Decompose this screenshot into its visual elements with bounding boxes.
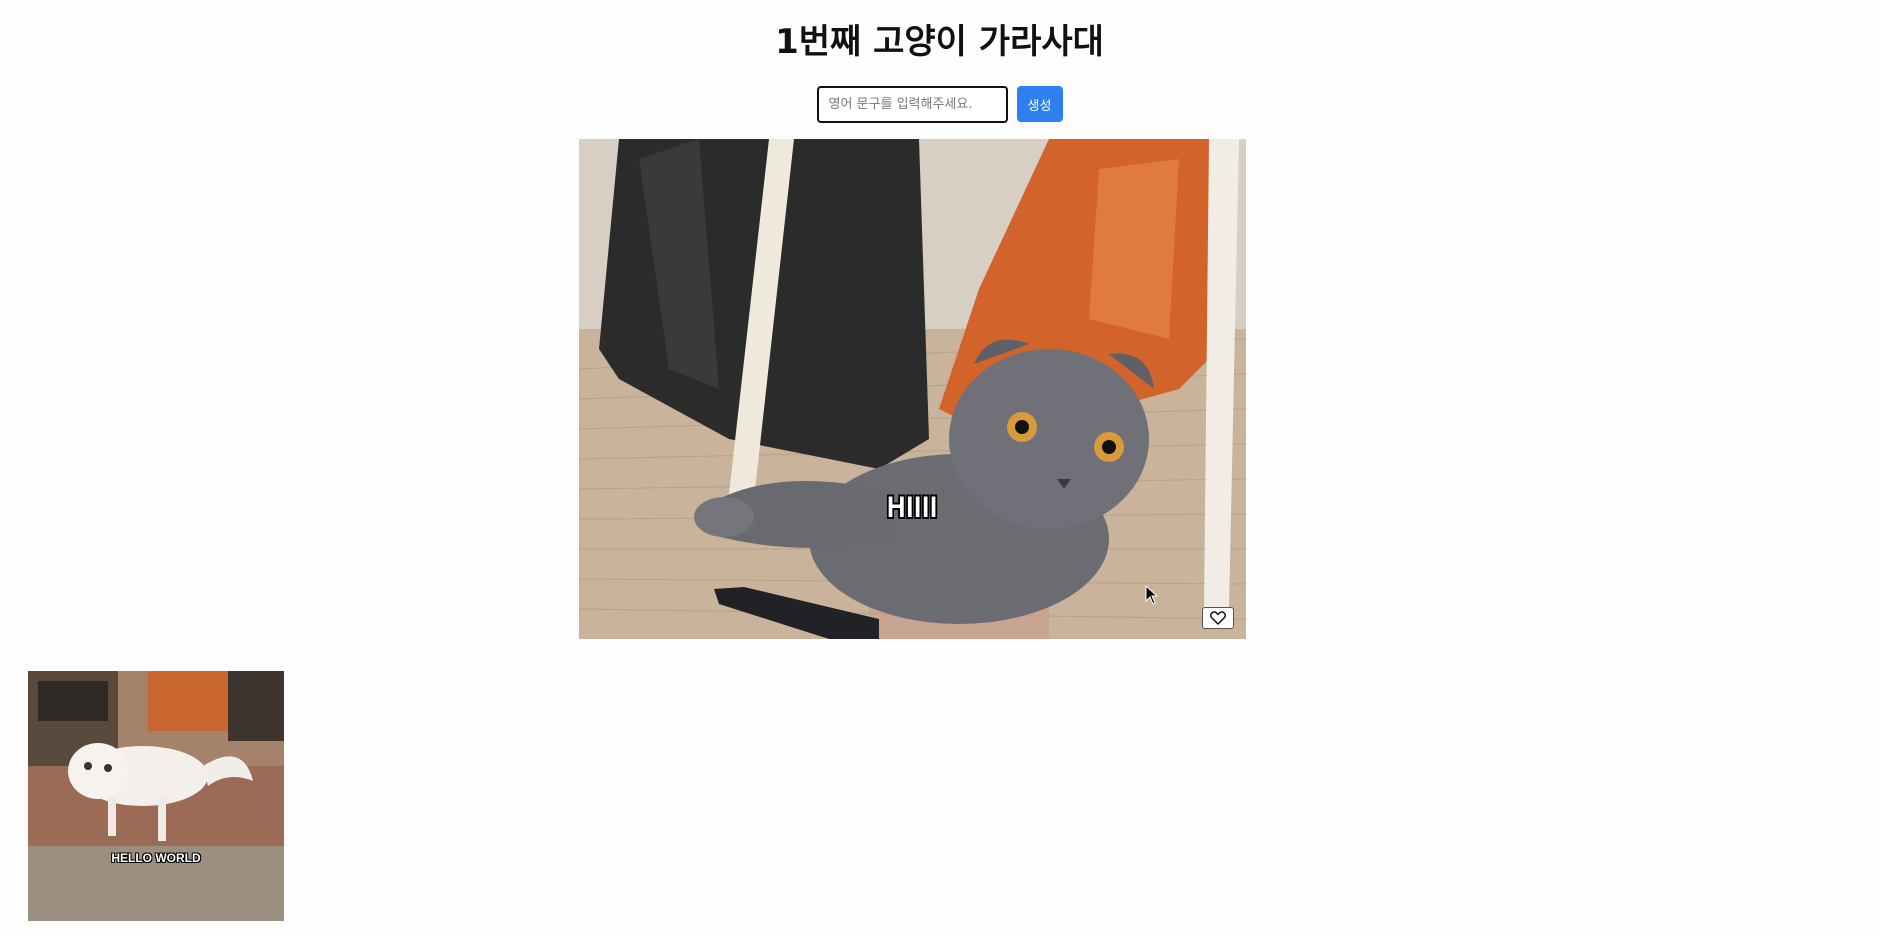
generate-button[interactable]: 생성 bbox=[1016, 86, 1063, 122]
gallery-item-caption: HELLO WORLD bbox=[111, 851, 201, 865]
cat-photo-illustration bbox=[579, 139, 1246, 639]
main-image-caption: HIIII bbox=[886, 491, 938, 524]
heart-outline-icon bbox=[1210, 611, 1226, 625]
gallery-item[interactable]: HELLO WORLD bbox=[28, 671, 284, 921]
mouse-cursor-icon bbox=[1145, 585, 1159, 605]
text-input[interactable] bbox=[816, 86, 1008, 123]
like-button[interactable] bbox=[1202, 607, 1234, 629]
cat-says-form: 생성 bbox=[0, 86, 1879, 123]
page-title: 1번째 고양이 가라사대 bbox=[775, 22, 1104, 62]
main-cat-image: HIIII bbox=[579, 139, 1246, 639]
gallery-cat-illustration bbox=[28, 671, 284, 921]
